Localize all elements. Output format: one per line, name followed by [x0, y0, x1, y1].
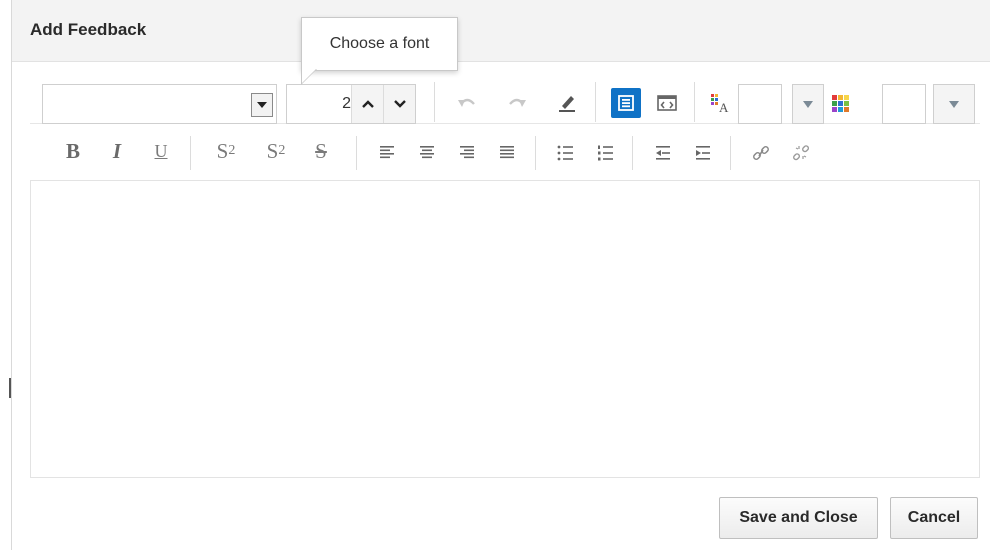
redo-icon — [509, 98, 526, 107]
undo-button[interactable] — [452, 88, 482, 118]
align-right-icon — [460, 146, 474, 159]
indent-icon — [696, 146, 710, 160]
remove-link-button[interactable] — [786, 138, 816, 168]
tooltip-text: Choose a font — [329, 35, 430, 52]
toolbar-divider — [595, 82, 596, 122]
background-color-icon — [832, 95, 849, 112]
toolbar-divider — [190, 136, 191, 170]
clear-format-button[interactable] — [552, 88, 582, 118]
italic-button[interactable]: I — [104, 136, 130, 166]
superscript-button[interactable]: S2 — [256, 136, 296, 166]
dialog-title: Add Feedback — [30, 20, 147, 39]
unlink-icon — [793, 145, 810, 161]
save-and-close-button[interactable]: Save and Close — [719, 497, 878, 539]
toolbar-divider — [434, 82, 435, 122]
chevron-down-icon — [393, 100, 406, 108]
dialog-header: Add Feedback — [12, 0, 990, 62]
bulleted-list-button[interactable] — [550, 138, 580, 168]
text-color-button[interactable]: A — [706, 88, 736, 118]
font-dropdown-button[interactable] — [251, 93, 273, 117]
source-code-mode-icon — [657, 95, 677, 111]
source-mode-button[interactable] — [652, 88, 682, 118]
outdent-icon — [656, 146, 670, 160]
cancel-button[interactable]: Cancel — [890, 497, 978, 539]
indent-button[interactable] — [688, 138, 718, 168]
font-tooltip: Choose a font — [301, 17, 458, 85]
background-color-dropdown[interactable] — [933, 84, 975, 124]
background-color-button[interactable] — [826, 88, 856, 118]
font-size-increase-button[interactable] — [351, 85, 383, 123]
bulleted-list-icon — [557, 145, 573, 161]
align-right-button[interactable] — [452, 138, 482, 168]
chevron-up-icon — [361, 100, 374, 108]
font-size-value: 2 — [342, 95, 351, 112]
outdent-button[interactable] — [648, 138, 678, 168]
font-family-select[interactable] — [42, 84, 277, 124]
align-left-button[interactable] — [372, 138, 402, 168]
insert-link-button[interactable] — [746, 138, 776, 168]
underline-button[interactable]: U — [148, 136, 174, 166]
align-center-button[interactable] — [412, 138, 442, 168]
chevron-down-icon — [803, 100, 813, 108]
strikethrough-button[interactable]: S — [306, 136, 336, 166]
justify-button[interactable] — [492, 138, 522, 168]
toolbar-divider — [356, 136, 357, 170]
feedback-text-area[interactable] — [30, 180, 980, 478]
numbered-list-button[interactable] — [590, 138, 620, 168]
numbered-list-icon — [598, 145, 613, 161]
background-window-edge — [0, 0, 12, 550]
svg-text:A: A — [719, 100, 729, 114]
link-icon — [753, 146, 769, 160]
chevron-down-icon — [257, 102, 267, 108]
undo-icon — [458, 98, 475, 107]
align-left-icon — [380, 146, 394, 159]
bold-button[interactable]: B — [60, 136, 86, 166]
window-edge-marker — [9, 378, 11, 398]
toolbar-row-2: B I U S2 S2 S — [30, 124, 980, 178]
text-color-dropdown[interactable] — [792, 84, 824, 124]
subscript-button[interactable]: S2 — [206, 136, 246, 166]
toolbar-divider — [632, 136, 633, 170]
align-justify-icon — [500, 146, 514, 159]
clear-format-icon — [559, 96, 575, 112]
align-center-icon — [420, 146, 434, 159]
text-color-icon: A — [711, 94, 729, 114]
toolbar-divider — [694, 82, 695, 122]
rich-text-mode-icon — [618, 95, 634, 111]
toolbar-divider — [730, 136, 731, 170]
rich-text-mode-button[interactable] — [611, 88, 641, 118]
chevron-down-icon — [949, 100, 959, 108]
toolbar-row-1: 2 A — [30, 70, 980, 124]
font-size-stepper[interactable]: 2 — [286, 84, 416, 124]
redo-button[interactable] — [502, 88, 532, 118]
toolbar-divider — [535, 136, 536, 170]
background-color-field[interactable] — [882, 84, 926, 124]
font-size-decrease-button[interactable] — [383, 85, 415, 123]
add-feedback-dialog: Add Feedback Choose a font 2 A B I U S 2… — [12, 0, 990, 550]
text-color-field[interactable] — [738, 84, 782, 124]
